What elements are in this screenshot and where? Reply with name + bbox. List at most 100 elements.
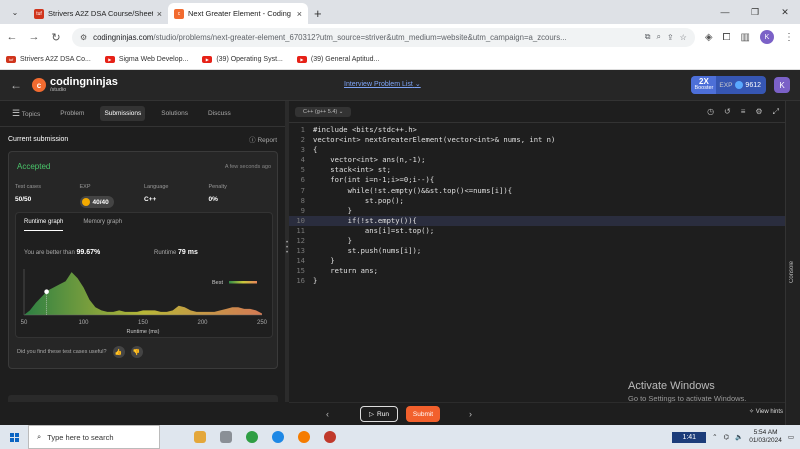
network-icon[interactable]: ⌬ xyxy=(724,433,730,441)
settings-icon[interactable]: ⚙ xyxy=(755,107,762,117)
reload-icon[interactable]: ↻ xyxy=(50,31,62,44)
bookmark-label: (39) General Aptitud... xyxy=(310,56,380,63)
back-arrow-icon[interactable]: ← xyxy=(10,78,22,92)
thumbs-down-icon[interactable]: 👎 xyxy=(130,346,143,358)
bookmark-item[interactable]: ▶ Sigma Web Develop... xyxy=(104,56,188,63)
windows-start-icon[interactable] xyxy=(0,432,28,442)
code-line[interactable]: 4 vector<int> ans(n,-1); xyxy=(289,155,785,165)
code-line[interactable]: 7 while(!st.empty()&&st.top()<=nums[i]){ xyxy=(289,186,785,196)
chrome-icon[interactable] xyxy=(246,431,258,443)
tab-label: Topics xyxy=(21,111,41,118)
tab-search-icon[interactable]: ⌄ xyxy=(4,1,26,23)
clock[interactable]: 5:54 AM 01/03/2024 xyxy=(749,429,782,445)
language-select[interactable]: C++ (g++ 5.4) ⌄ xyxy=(295,106,352,117)
tab-memory-graph[interactable]: Memory graph xyxy=(83,219,122,231)
exp-booster[interactable]: 2X Booster EXP 9612 xyxy=(691,76,766,94)
tab-submissions[interactable]: Submissions xyxy=(100,106,146,121)
code-line[interactable]: 9 } xyxy=(289,206,785,216)
chrome-active-icon[interactable] xyxy=(324,431,336,443)
tab-topics[interactable]: ☰ Topics xyxy=(8,104,44,123)
timer-icon[interactable]: ◷ xyxy=(707,107,714,117)
url-field[interactable]: ⚙ codingninjas.com/studio/problems/next-… xyxy=(72,27,695,47)
console-toggle[interactable]: Console xyxy=(785,101,800,425)
prev-problem-icon[interactable]: ‹ xyxy=(326,409,329,419)
volume-icon[interactable]: 🔈 xyxy=(735,433,743,441)
code-line[interactable]: 1 #include <bits/stdc++.h> xyxy=(289,125,785,135)
code-line[interactable]: 14 } xyxy=(289,256,785,266)
run-button[interactable]: ▷ Run xyxy=(360,406,398,422)
code-line[interactable]: 10 if(!st.empty()){ xyxy=(289,215,785,226)
code-line[interactable]: 3{ xyxy=(289,145,785,155)
codingninjas-logo[interactable]: c codingninjas /studio xyxy=(32,77,118,93)
code-area[interactable]: 1 #include <bits/stdc++.h> 2 vector<int> ne… xyxy=(289,125,785,287)
thumbs-up-icon[interactable]: 👍 xyxy=(112,346,125,358)
window-controls: — ❐ ✕ xyxy=(710,0,800,24)
line-number: 13 xyxy=(296,246,305,256)
site-info-icon[interactable]: ⚙ xyxy=(80,33,87,42)
search-icon: ⌕ xyxy=(37,432,42,441)
view-hints-button[interactable]: ✧ View hints xyxy=(749,408,783,415)
tab-solutions[interactable]: Solutions xyxy=(157,106,192,121)
fullscreen-icon[interactable]: ⤢ xyxy=(773,107,779,117)
close-tab-icon[interactable]: × xyxy=(297,9,302,19)
stat-key: Language xyxy=(144,184,169,190)
browser-tab-strivers[interactable]: tuf Strivers A2Z DSA Course/Sheet × xyxy=(28,3,168,24)
profile-avatar[interactable]: K xyxy=(760,30,774,44)
media-time[interactable]: 1:41 xyxy=(672,431,707,443)
new-tab-button[interactable]: + xyxy=(314,6,322,21)
forward-icon[interactable]: → xyxy=(28,31,40,43)
code-line[interactable]: 15 return ans; xyxy=(289,266,785,276)
code-line[interactable]: 13 st.push(nums[i]); xyxy=(289,246,785,256)
code-text: #include <bits/stdc++.h> xyxy=(313,125,417,134)
code-line[interactable]: 2 vector<int> nextGreaterElement(vector<i… xyxy=(289,135,785,145)
file-explorer-icon[interactable] xyxy=(194,431,206,443)
taskbar-search[interactable]: ⌕ Type here to search xyxy=(28,425,160,449)
report-button[interactable]: ⓘ Report xyxy=(249,134,277,144)
camera-icon[interactable] xyxy=(220,431,232,443)
submit-button[interactable]: Submit xyxy=(406,406,440,422)
tab-runtime-graph[interactable]: Runtime graph xyxy=(24,219,64,231)
code-line[interactable]: 16} xyxy=(289,276,785,286)
hints-label: View hints xyxy=(755,409,783,415)
code-line[interactable]: 8 st.pop(); xyxy=(289,196,785,206)
share-icon[interactable]: ⇪ xyxy=(667,33,674,42)
menu-dots-icon[interactable]: ⋮ xyxy=(784,32,794,43)
bookmark-item[interactable]: ▶ (39) General Aptitud... xyxy=(296,56,380,63)
drag-handle-icon[interactable]: • • • xyxy=(286,240,288,256)
code-line[interactable]: 5 stack<int> st; xyxy=(289,165,785,175)
next-problem-icon[interactable]: › xyxy=(469,409,472,419)
chevron-up-icon[interactable]: ⌃ xyxy=(712,433,717,441)
install-icon[interactable]: ⧉ xyxy=(645,32,651,42)
format-icon[interactable]: ≡ xyxy=(741,107,746,117)
bookmark-item[interactable]: ▶ (39) Operating Syst... xyxy=(202,56,283,63)
extension-icon[interactable]: ◈ xyxy=(705,32,713,43)
code-line[interactable]: 12 } xyxy=(289,236,785,246)
close-window-icon[interactable]: ✕ xyxy=(770,7,800,18)
puzzle-icon[interactable]: ⧠ xyxy=(723,32,731,43)
code-line[interactable]: 11 ans[i]=st.top(); xyxy=(289,226,785,236)
bookmark-star-icon[interactable]: ☆ xyxy=(680,33,687,42)
minimize-icon[interactable]: — xyxy=(710,7,740,17)
restore-icon[interactable]: ❐ xyxy=(740,7,770,18)
x-tick-label: 50 xyxy=(21,320,28,326)
code-line[interactable]: 6 for(int i=n-1;i>=0;i--){ xyxy=(289,175,785,185)
x-tick-label: 250 xyxy=(257,320,268,326)
edge-icon[interactable] xyxy=(272,431,284,443)
zoom-icon[interactable]: ⌕ xyxy=(656,32,660,42)
notifications-icon[interactable]: ▭ xyxy=(788,433,794,441)
user-avatar[interactable]: K xyxy=(774,77,790,93)
sidebar-icon[interactable]: ▥ xyxy=(741,32,750,43)
tab-problem[interactable]: Problem xyxy=(56,106,88,121)
tab-discuss[interactable]: Discuss xyxy=(204,106,235,121)
bookmark-item[interactable]: tuf Strivers A2Z DSA Co... xyxy=(6,56,91,63)
interview-problem-list-link[interactable]: Interview Problem List ⌄ xyxy=(344,80,421,88)
tuf-favicon-icon: tuf xyxy=(34,8,44,19)
url-domain: codingninjas.com xyxy=(93,32,154,42)
reset-icon[interactable]: ↺ xyxy=(724,107,731,117)
back-icon[interactable]: ← xyxy=(6,31,18,43)
firefox-icon[interactable] xyxy=(298,431,310,443)
close-tab-icon[interactable]: × xyxy=(157,9,162,19)
play-icon: ▷ xyxy=(369,411,375,418)
browser-tab-next-greater[interactable]: c Next Greater Element - Coding × xyxy=(168,3,308,24)
tab-title: Next Greater Element - Coding xyxy=(188,9,291,18)
